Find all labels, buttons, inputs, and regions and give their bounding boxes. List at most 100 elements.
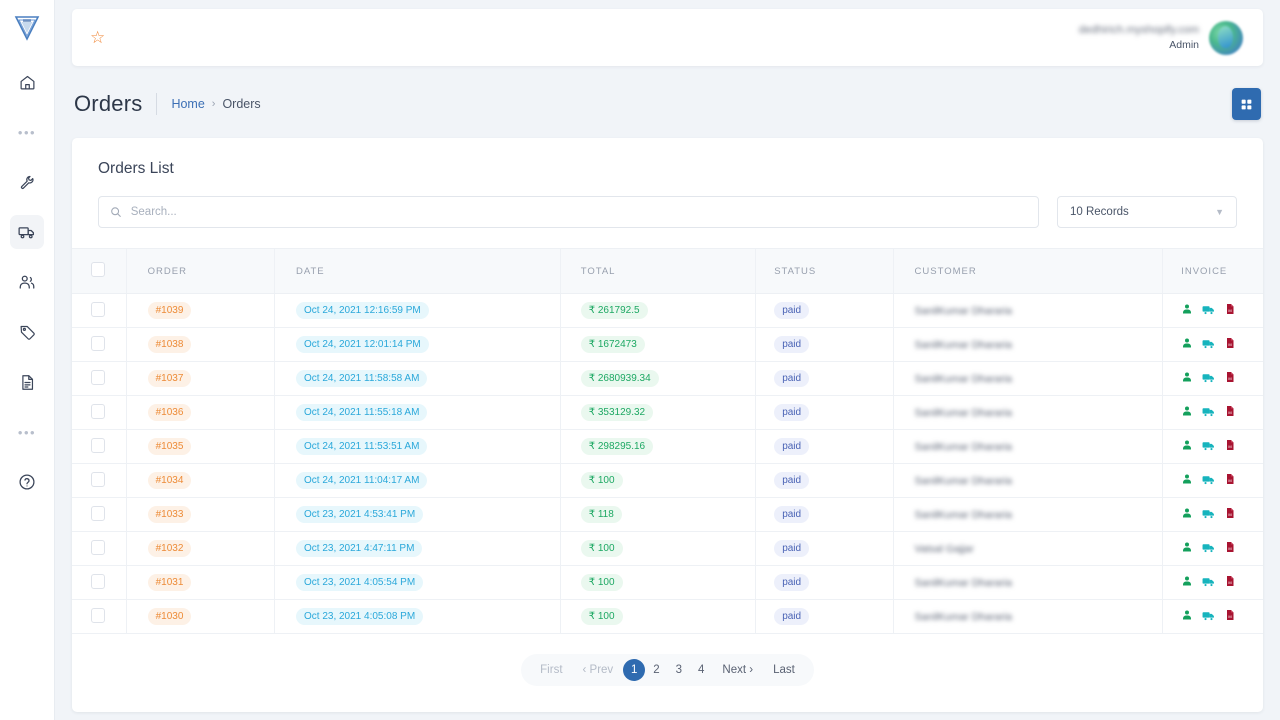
pagination-prev[interactable]: ‹ Prev: [573, 659, 624, 681]
shipping-invoice-button[interactable]: [1202, 541, 1215, 557]
row-checkbox[interactable]: [91, 540, 105, 555]
pdf-invoice-button[interactable]: M: [1224, 507, 1236, 522]
pagination-page-1[interactable]: 1: [623, 659, 645, 681]
shipping-invoice-button[interactable]: [1202, 507, 1215, 523]
order-badge[interactable]: #1031: [148, 574, 192, 592]
grid-view-button[interactable]: [1232, 88, 1261, 120]
cell-status: paid: [756, 464, 893, 498]
order-badge[interactable]: #1038: [148, 336, 192, 354]
customer-invoice-button[interactable]: [1181, 541, 1193, 556]
sidebar-item-reports[interactable]: [10, 365, 44, 399]
table-row[interactable]: #1035Oct 24, 2021 11:53:51 AM₹ 298295.16…: [72, 430, 1263, 464]
pagination-page-2[interactable]: 2: [645, 659, 667, 681]
order-badge[interactable]: #1039: [148, 302, 192, 320]
row-checkbox[interactable]: [91, 404, 105, 419]
order-badge[interactable]: #1034: [148, 472, 192, 490]
column-header-total[interactable]: TOTAL: [560, 249, 755, 294]
order-badge[interactable]: #1033: [148, 506, 192, 524]
pdf-invoice-button[interactable]: M: [1224, 371, 1236, 386]
customer-invoice-button[interactable]: [1181, 473, 1193, 488]
shipping-invoice-button[interactable]: [1202, 405, 1215, 421]
shipping-invoice-button[interactable]: [1202, 609, 1215, 625]
table-row[interactable]: #1034Oct 24, 2021 11:04:17 AM₹ 100paidSa…: [72, 464, 1263, 498]
customer-invoice-button[interactable]: [1181, 405, 1193, 420]
sidebar-item-tools[interactable]: [10, 165, 44, 199]
table-row[interactable]: #1030Oct 23, 2021 4:05:08 PM₹ 100paidSan…: [72, 600, 1263, 634]
row-checkbox[interactable]: [91, 472, 105, 487]
pdf-invoice-button[interactable]: M: [1224, 337, 1236, 352]
avatar[interactable]: [1209, 21, 1243, 55]
column-header-date[interactable]: DATE: [274, 249, 560, 294]
select-all-checkbox[interactable]: [91, 262, 105, 277]
pagination-page-4[interactable]: 4: [690, 659, 712, 681]
cell-invoice: M: [1163, 362, 1263, 396]
order-badge[interactable]: #1035: [148, 438, 192, 456]
pdf-invoice-button[interactable]: M: [1224, 439, 1236, 454]
sidebar-item-products[interactable]: [10, 315, 44, 349]
total-badge: ₹ 298295.16: [581, 438, 653, 456]
breadcrumb-home[interactable]: Home: [171, 97, 204, 111]
sidebar-item-home[interactable]: [10, 65, 44, 99]
row-checkbox[interactable]: [91, 302, 105, 317]
customer-invoice-button[interactable]: [1181, 303, 1193, 318]
table-row[interactable]: #1031Oct 23, 2021 4:05:54 PM₹ 100paidSan…: [72, 566, 1263, 600]
row-checkbox[interactable]: [91, 370, 105, 385]
row-checkbox[interactable]: [91, 336, 105, 351]
column-header-customer[interactable]: CUSTOMER: [893, 249, 1163, 294]
breadcrumb: Home › Orders: [171, 97, 260, 111]
shipping-invoice-button[interactable]: [1202, 371, 1215, 387]
cell-total: ₹ 100: [560, 532, 755, 566]
order-badge[interactable]: #1037: [148, 370, 192, 388]
order-badge[interactable]: #1032: [148, 540, 192, 558]
row-checkbox[interactable]: [91, 506, 105, 521]
row-checkbox[interactable]: [91, 608, 105, 623]
customer-invoice-button[interactable]: [1181, 439, 1193, 454]
table-row[interactable]: #1038Oct 24, 2021 12:01:14 PM₹ 1672473pa…: [72, 328, 1263, 362]
star-icon[interactable]: ☆: [90, 29, 105, 46]
shipping-invoice-button[interactable]: [1202, 337, 1215, 353]
shipping-invoice-button[interactable]: [1202, 303, 1215, 319]
pagination-page-3[interactable]: 3: [668, 659, 690, 681]
pagination-next[interactable]: Next ›: [712, 659, 763, 681]
logo-triangle-icon[interactable]: [11, 11, 43, 43]
customer-invoice-button[interactable]: [1181, 507, 1193, 522]
table-row[interactable]: #1039Oct 24, 2021 12:16:59 PM₹ 261792.5p…: [72, 294, 1263, 328]
order-badge[interactable]: #1030: [148, 608, 192, 626]
records-per-page-select[interactable]: 10 Records ▼: [1057, 196, 1237, 228]
customer-invoice-button[interactable]: [1181, 609, 1193, 624]
pdf-invoice-icon: M: [1224, 303, 1236, 315]
sidebar-item-orders[interactable]: [10, 215, 44, 249]
sidebar-item-customers[interactable]: [10, 265, 44, 299]
table-row[interactable]: #1033Oct 23, 2021 4:53:41 PM₹ 118paidSan…: [72, 498, 1263, 532]
column-header-status[interactable]: STATUS: [756, 249, 893, 294]
column-header-order[interactable]: ORDER: [126, 249, 274, 294]
search-input[interactable]: [131, 206, 1027, 218]
cell-invoice: M: [1163, 464, 1263, 498]
pagination: First ‹ Prev 1 2 3 4 Next › Last: [521, 654, 814, 686]
table-row[interactable]: #1036Oct 24, 2021 11:55:18 AM₹ 353129.32…: [72, 396, 1263, 430]
pagination-first[interactable]: First: [530, 659, 572, 681]
customer-invoice-button[interactable]: [1181, 575, 1193, 590]
table-row[interactable]: #1037Oct 24, 2021 11:58:58 AM₹ 2680939.3…: [72, 362, 1263, 396]
pdf-invoice-button[interactable]: M: [1224, 473, 1236, 488]
customer-invoice-button[interactable]: [1181, 337, 1193, 352]
pagination-last[interactable]: Last: [763, 659, 805, 681]
sidebar-item-help[interactable]: [10, 465, 44, 499]
shipping-invoice-button[interactable]: [1202, 439, 1215, 455]
shipping-invoice-button[interactable]: [1202, 473, 1215, 489]
pdf-invoice-button[interactable]: M: [1224, 609, 1236, 624]
pdf-invoice-button[interactable]: M: [1224, 303, 1236, 318]
order-badge[interactable]: #1036: [148, 404, 192, 422]
pdf-invoice-button[interactable]: M: [1224, 575, 1236, 590]
user-menu[interactable]: dedhirich.myshopify.com Admin: [1079, 21, 1243, 55]
row-checkbox[interactable]: [91, 438, 105, 453]
pdf-invoice-button[interactable]: M: [1224, 405, 1236, 420]
customer-name: SanilKumar Dhararia: [915, 441, 1012, 453]
column-header-invoice[interactable]: INVOICE: [1163, 249, 1263, 294]
shipping-invoice-button[interactable]: [1202, 575, 1215, 591]
pdf-invoice-button[interactable]: M: [1224, 541, 1236, 556]
search-box[interactable]: [98, 196, 1039, 228]
table-row[interactable]: #1032Oct 23, 2021 4:47:11 PM₹ 100paidVat…: [72, 532, 1263, 566]
row-checkbox[interactable]: [91, 574, 105, 589]
customer-invoice-button[interactable]: [1181, 371, 1193, 386]
